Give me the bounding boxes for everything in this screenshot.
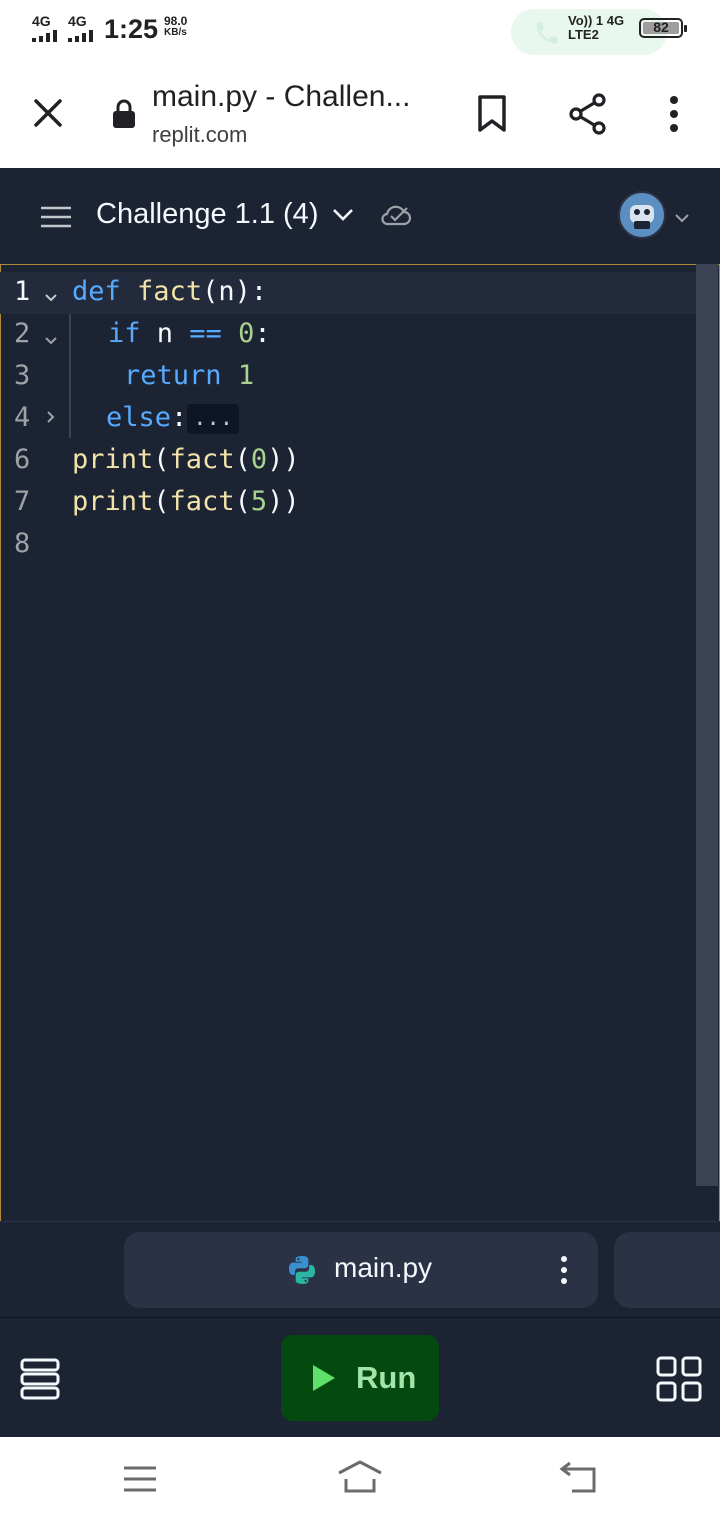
code-line-7[interactable]: print(fact(5)) [72,486,300,517]
network-type-2: 4G [68,13,87,29]
speed-unit: KB/s [164,27,187,38]
grid-apps-icon[interactable] [656,1356,702,1407]
network-type-1: 4G [32,13,51,29]
line-number: 3 [14,360,31,391]
code-line-4[interactable]: else:... [106,402,240,434]
code-line-6[interactable]: print(fact(0)) [72,444,300,475]
code-line-1[interactable]: def fact(n): [72,276,267,307]
browser-toolbar: main.py - Challen... replit.com [0,60,720,168]
network-speed: 98.0 KB/s [164,15,187,39]
fold-chevron-right-icon[interactable] [46,410,56,429]
folded-code-placeholder[interactable]: ... [187,403,240,434]
repl-header: Challenge 1.1 (4) [0,168,720,264]
share-icon[interactable] [566,90,610,138]
code-line-2[interactable]: if n == 0: [108,318,271,349]
system-nav-bar [0,1437,720,1520]
file-tab-label: main.py [334,1252,433,1283]
more-vert-icon[interactable] [656,90,692,138]
page-title[interactable]: main.py - Challen... [152,80,422,114]
line-number: 6 [14,444,31,475]
lock-icon[interactable] [108,94,140,134]
file-tabs-bar: main.py [0,1221,720,1317]
file-tab-next[interactable] [614,1232,720,1308]
close-icon[interactable] [26,88,70,138]
python-icon [286,1254,318,1291]
line-number: 4 [14,402,31,433]
line-number: 8 [14,528,31,559]
bottom-action-bar: Run [0,1317,720,1437]
status-time: 1:25 [104,14,159,44]
signal-sim2: 4G [68,14,93,42]
run-button[interactable]: Run [281,1335,439,1421]
page-url[interactable]: replit.com [152,122,247,148]
cloud-check-icon[interactable] [380,202,412,233]
bookmark-icon[interactable] [470,90,514,138]
editor-scrollbar[interactable] [696,264,718,1186]
fold-chevron-down-icon[interactable] [44,290,58,308]
hamburger-menu-icon[interactable] [40,206,72,233]
back-icon[interactable] [558,1461,598,1500]
battery-level: 82 [653,19,669,35]
play-icon [311,1363,337,1398]
recents-menu-icon[interactable] [122,1465,158,1498]
tools-stack-icon[interactable] [20,1358,60,1405]
battery-indicator: 82 [639,18,687,38]
volte-indicator: Vo)) 1 4G LTE2 [568,13,625,42]
fold-chevron-down-icon[interactable] [44,333,58,351]
indent-guide [69,314,71,438]
signal-sim1: 4G [32,14,57,42]
home-icon[interactable] [336,1459,384,1500]
avatar-chevron-down-icon[interactable] [674,210,690,228]
robot-avatar-icon [630,205,654,229]
speed-value: 98.0 [164,14,188,28]
line-number: 7 [14,486,31,517]
status-bar: 4G 4G 1:25 98.0 KB/s Vo)) 1 4G LTE2 82 [0,0,720,60]
avatar[interactable] [618,191,666,239]
tab-more-vert-icon[interactable] [560,1256,568,1289]
file-tab-main-py[interactable]: main.py [124,1232,598,1308]
run-button-label: Run [356,1360,417,1395]
repl-name[interactable]: Challenge 1.1 (4) [96,198,318,231]
chevron-down-icon[interactable] [332,208,354,227]
code-line-3[interactable]: return 1 [124,360,254,391]
phone-icon [536,22,558,44]
